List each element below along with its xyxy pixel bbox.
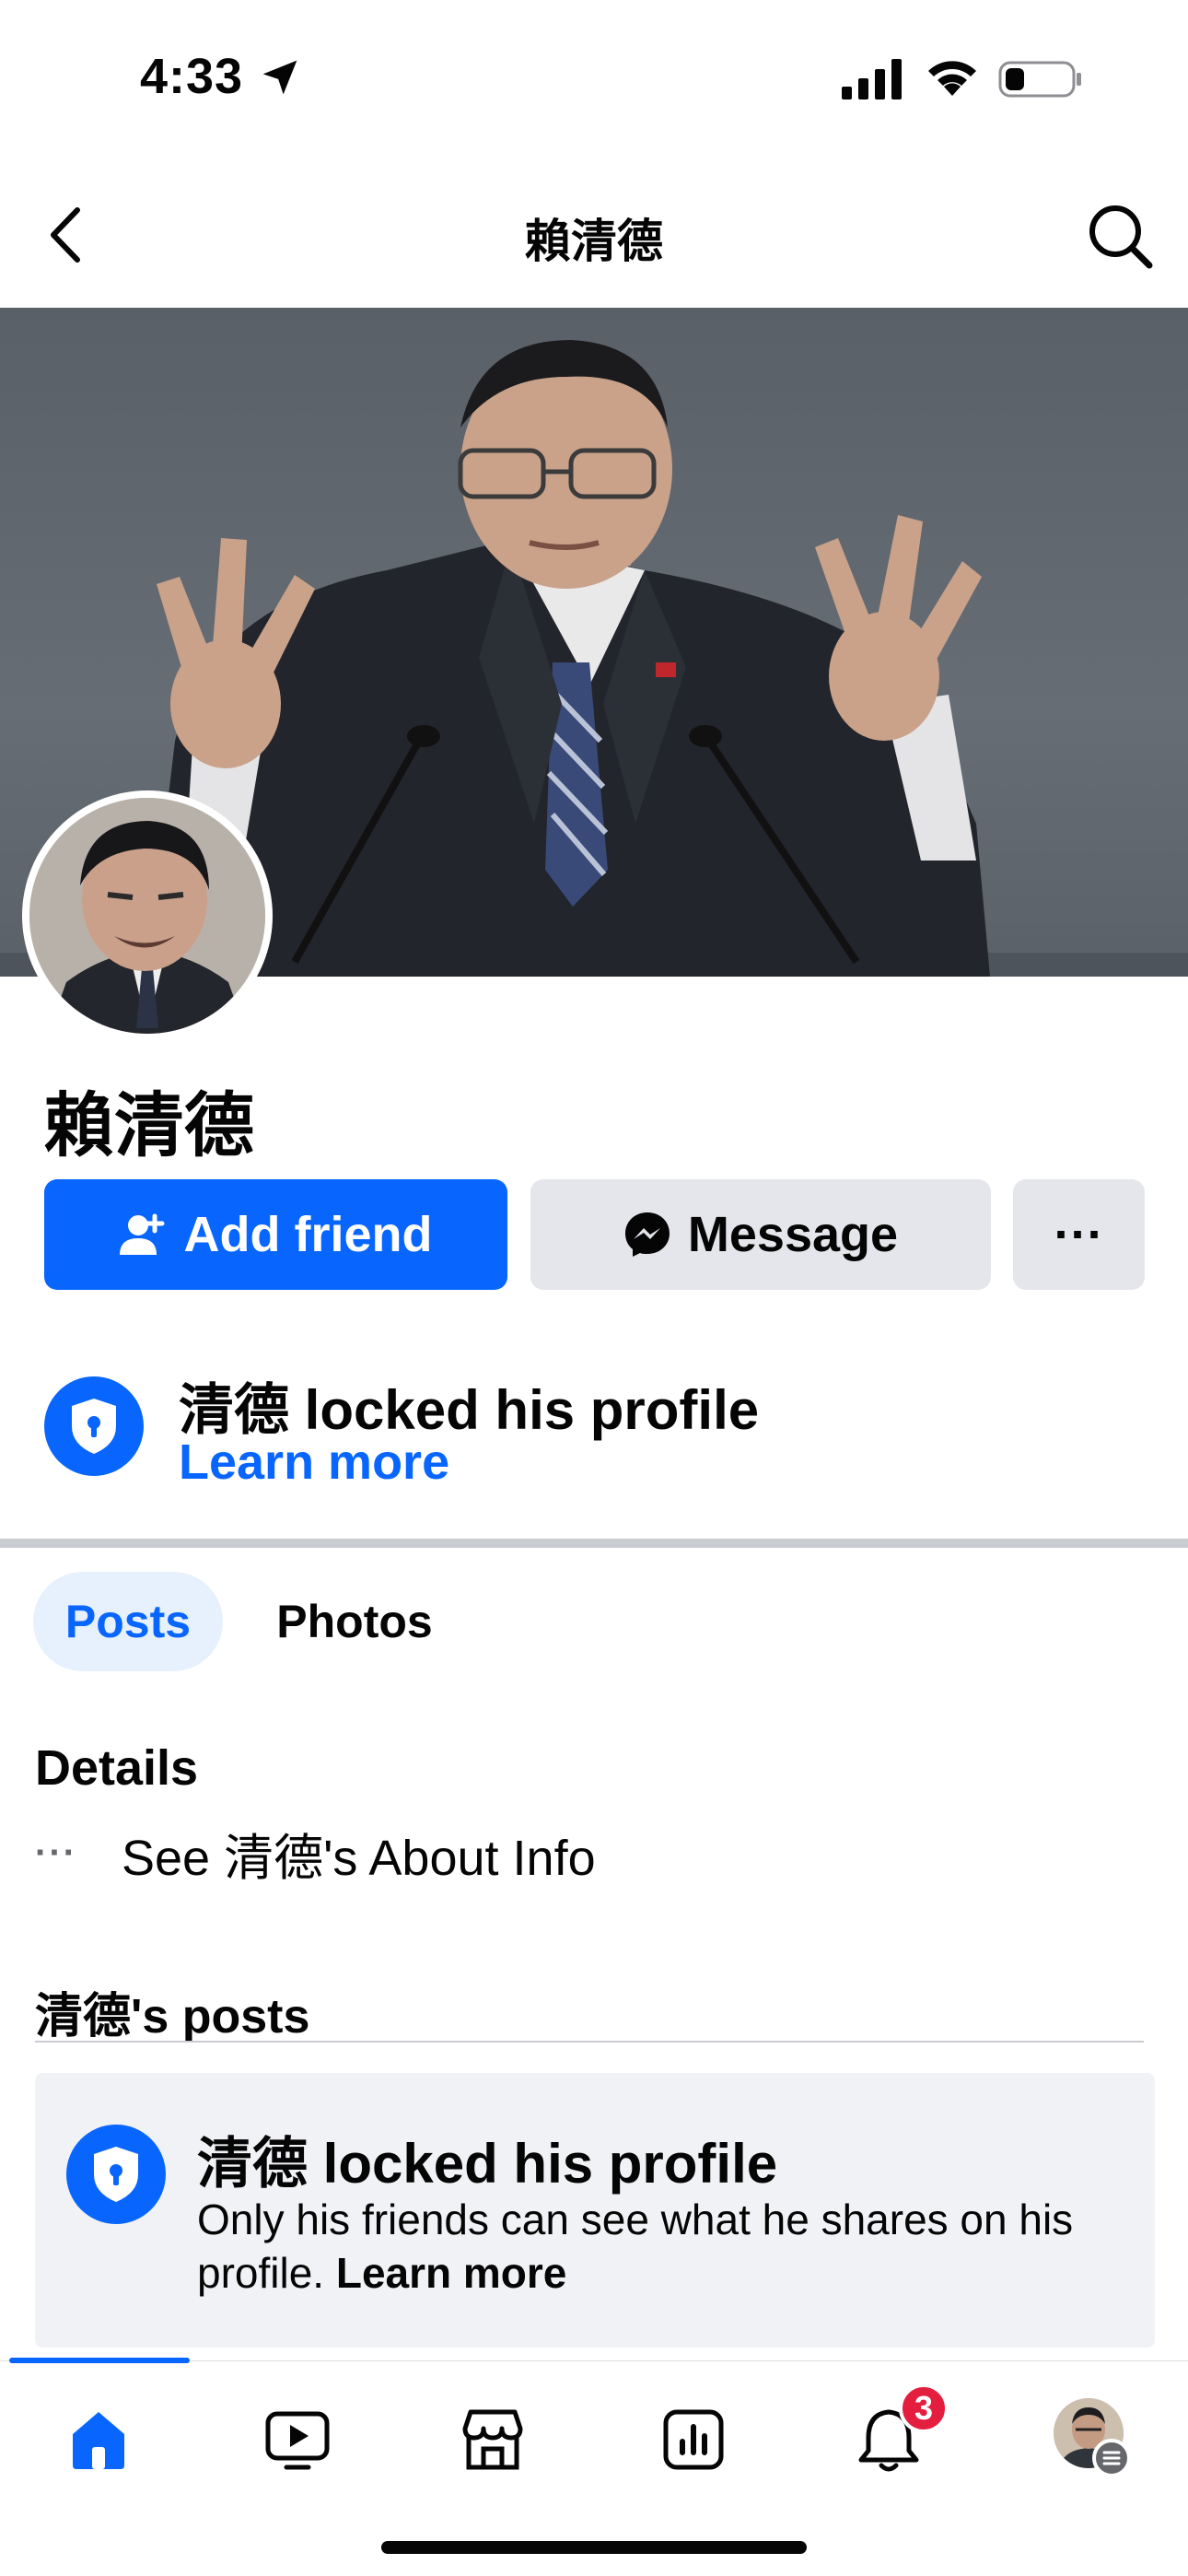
locked-profile-notice: 清德 locked his profile Learn more <box>0 1345 1188 1529</box>
card-body: Only his friends can see what he shares … <box>197 2193 1118 2300</box>
message-label: Message <box>687 1207 899 1262</box>
add-person-icon <box>119 1213 164 1255</box>
card-learn-more-link[interactable]: Learn more <box>336 2249 567 2297</box>
tab-posts[interactable]: Posts <box>33 1572 223 1671</box>
messenger-icon <box>624 1212 670 1257</box>
about-info-link[interactable]: See 清德's About Info <box>122 1817 596 1890</box>
about-info-row[interactable]: ··· See 清德's About Info <box>35 1821 596 1886</box>
card-title: 清德 locked his profile <box>197 2133 778 2195</box>
profile-avatar[interactable] <box>22 790 273 1041</box>
active-tab-indicator <box>9 2358 190 2363</box>
more-dots-icon: ··· <box>35 1832 77 1873</box>
more-options-button[interactable]: ··· <box>1013 1179 1145 1290</box>
marketplace-icon[interactable] <box>451 2398 534 2481</box>
locked-profile-card: 清德 locked his profile Only his friends c… <box>35 2073 1155 2348</box>
tab-photos[interactable]: Photos <box>258 1572 451 1671</box>
dashboard-icon[interactable] <box>652 2398 735 2481</box>
search-icon[interactable] <box>1087 203 1153 269</box>
more-icon: ··· <box>1054 1207 1104 1262</box>
wifi-icon <box>928 61 976 96</box>
shield-lock-icon <box>66 2125 166 2224</box>
card-body-text: Only his friends can see what he shares … <box>197 2195 1074 2297</box>
add-friend-button[interactable]: Add friend <box>44 1179 507 1290</box>
section-divider <box>0 1539 1188 1548</box>
details-heading: Details <box>35 1740 199 1796</box>
top-header: 賴清德 <box>0 157 1188 309</box>
home-icon[interactable] <box>57 2398 140 2481</box>
location-arrow-icon <box>262 60 297 95</box>
learn-more-link[interactable]: Learn more <box>179 1434 449 1491</box>
posts-divider <box>35 2041 1144 2043</box>
header-title: 賴清德 <box>525 216 663 267</box>
home-indicator <box>381 2541 807 2554</box>
video-icon[interactable] <box>256 2398 339 2481</box>
battery-icon <box>998 61 1081 98</box>
posts-heading: 清德's posts <box>35 1990 310 2043</box>
menu-icon[interactable] <box>1092 2439 1131 2477</box>
status-time: 4:33 <box>140 49 244 104</box>
shield-lock-icon <box>44 1376 144 1476</box>
notification-badge: 3 <box>899 2383 949 2433</box>
add-friend-label: Add friend <box>183 1207 433 1262</box>
message-button[interactable]: Message <box>530 1179 991 1290</box>
cellular-signal-icon <box>842 59 902 100</box>
status-bar: 4:33 <box>0 0 1188 157</box>
profile-name: 賴清德 <box>44 1087 254 1165</box>
